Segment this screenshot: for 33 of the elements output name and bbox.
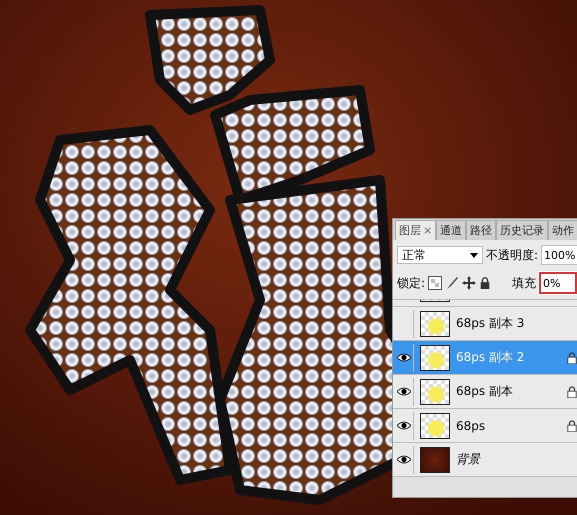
eye-icon[interactable]	[397, 353, 411, 362]
layer-thumbnail	[420, 310, 450, 336]
move-icon[interactable]	[462, 276, 476, 290]
layer-name: 背景	[456, 451, 482, 468]
fill-field[interactable]: 0%	[539, 272, 577, 294]
panel-tab[interactable]: 历史记录	[496, 220, 548, 240]
eye-icon[interactable]	[397, 387, 411, 396]
layer-name: 68ps 副本	[456, 383, 514, 400]
opacity-label: 不透明度:	[486, 246, 538, 264]
fill-label: 填充	[512, 274, 536, 292]
layer-row[interactable]: 68ps 副本	[393, 375, 577, 409]
caret-icon	[470, 252, 478, 258]
blend-mode-dropdown[interactable]: 正常	[397, 246, 483, 264]
layer-thumbnail	[420, 446, 450, 472]
layer-row[interactable]: 68ps	[393, 409, 577, 443]
eye-icon[interactable]	[397, 421, 411, 430]
lock-icon[interactable]	[479, 276, 492, 290]
panel-tab[interactable]: 通道	[436, 220, 466, 240]
opacity-field[interactable]: 100%	[541, 245, 577, 265]
layer-thumbnail	[420, 344, 450, 370]
layer-thumbnail	[420, 378, 450, 404]
layer-name: 68ps 副本 2	[456, 349, 526, 366]
layer-name: 68ps	[456, 418, 486, 432]
lock-transparency-icon[interactable]	[428, 276, 442, 290]
close-icon[interactable]: ×	[423, 224, 432, 237]
panel-tab[interactable]: 路径	[466, 220, 496, 240]
panel-tab[interactable]: 动作	[548, 220, 577, 240]
layer-thumbnail	[420, 412, 450, 438]
panel-tab[interactable]: 图层 ×	[395, 220, 436, 240]
eye-icon[interactable]	[397, 455, 411, 464]
layer-name: 68ps 副本 3	[456, 315, 526, 332]
brush-icon[interactable]	[445, 276, 460, 290]
lock-label: 锁定:	[397, 274, 426, 292]
